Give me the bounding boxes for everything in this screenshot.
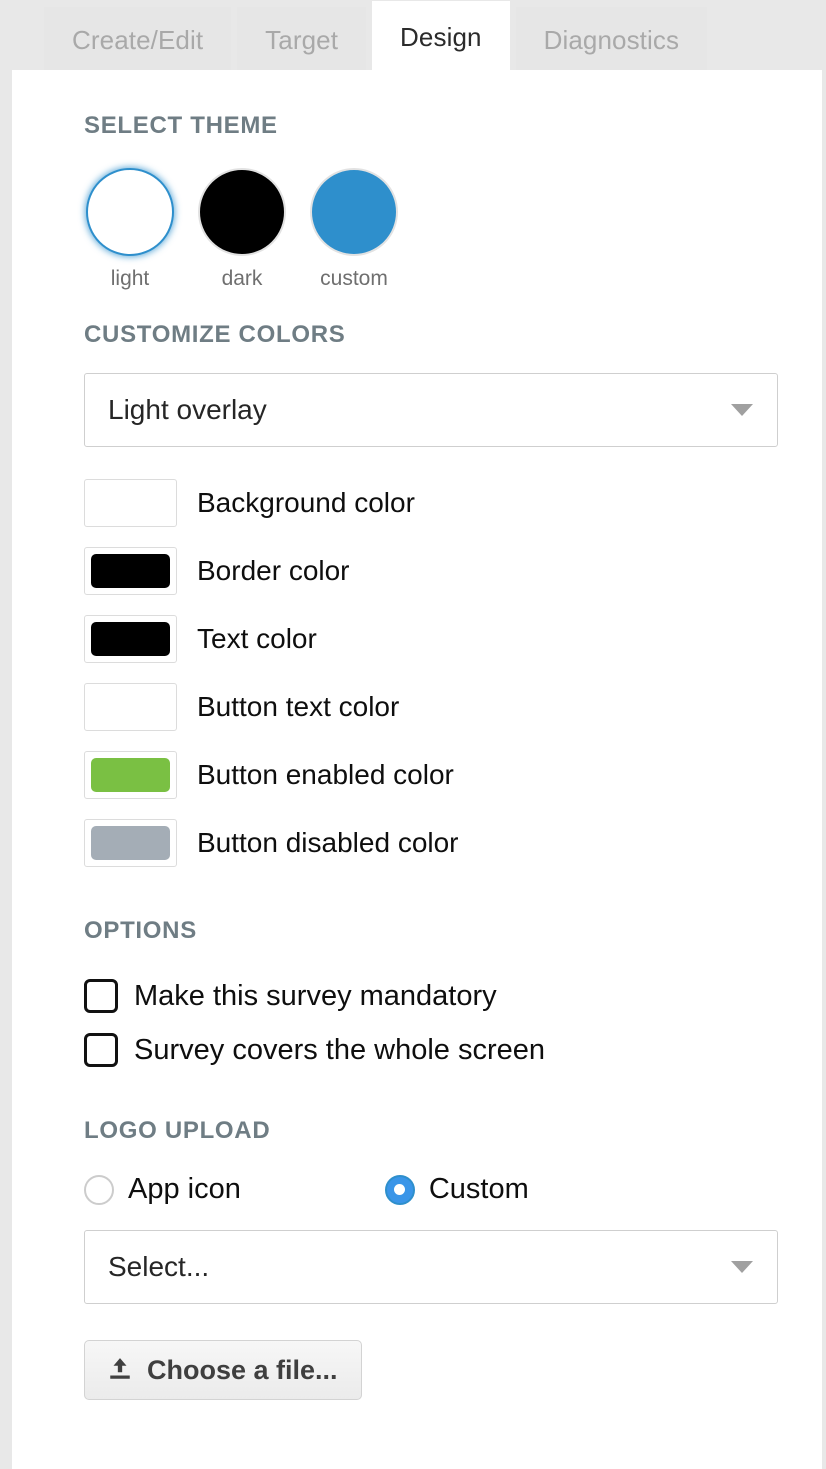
swatch-label-background-color: Background color bbox=[197, 487, 415, 518]
choose-file-button-label: Choose a file... bbox=[147, 1354, 338, 1385]
overlay-select-value: Light overlay bbox=[108, 394, 267, 425]
theme-picker: light dark custom bbox=[84, 168, 822, 291]
theme-option-dark[interactable]: dark bbox=[196, 168, 288, 291]
swatch-button-background-color[interactable] bbox=[84, 479, 177, 527]
options-heading: OPTIONS bbox=[84, 917, 197, 944]
radio-option-app-icon[interactable]: App icon bbox=[84, 1173, 241, 1206]
theme-label-dark: dark bbox=[221, 267, 263, 290]
swatch-label-text-color: Text color bbox=[197, 623, 317, 654]
radio-app-icon[interactable] bbox=[84, 1174, 114, 1205]
swatch-label-button-disabled-color: Button disabled color bbox=[197, 827, 459, 858]
radio-label-app-icon: App icon bbox=[128, 1173, 241, 1205]
swatch-label-border-color: Border color bbox=[197, 555, 350, 586]
swatch-button-button-disabled-color[interactable] bbox=[84, 819, 177, 867]
checkbox-label-survey-covers-whole-screen: Survey covers the whole screen bbox=[134, 1033, 546, 1066]
option-row-mandatory[interactable]: Make this survey mandatory bbox=[84, 969, 822, 1023]
radio-dot-custom bbox=[394, 1184, 406, 1195]
logo-source-radio-group: App icon Custom bbox=[84, 1173, 822, 1206]
logo-select[interactable]: Select... bbox=[84, 1230, 778, 1304]
theme-swatch-dark[interactable] bbox=[198, 168, 286, 256]
tab-diagnostics[interactable]: Diagnostics bbox=[515, 7, 708, 73]
swatch-row-background-color: Background color bbox=[84, 469, 822, 537]
radio-label-custom: Custom bbox=[428, 1173, 529, 1205]
logo-upload-heading: LOGO UPLOAD bbox=[84, 1117, 271, 1144]
checkbox-survey-covers-whole-screen[interactable] bbox=[84, 1033, 118, 1067]
logo-select-value: Select... bbox=[108, 1251, 210, 1282]
overlay-select[interactable]: Light overlay bbox=[84, 373, 778, 447]
checkbox-label-make-survey-mandatory: Make this survey mandatory bbox=[134, 979, 497, 1012]
swatch-fill-button-text-color bbox=[91, 690, 170, 724]
theme-option-custom[interactable]: custom bbox=[308, 168, 400, 291]
chevron-down-icon bbox=[731, 1261, 753, 1273]
choose-file-button[interactable]: Choose a file... bbox=[84, 1340, 362, 1400]
tab-create-edit[interactable]: Create/Edit bbox=[44, 7, 232, 73]
swatch-button-text-color[interactable] bbox=[84, 615, 177, 663]
design-panel: SELECT THEME light dark custom CUSTOMIZE… bbox=[12, 70, 822, 1469]
design-panel-content: SELECT THEME light dark custom CUSTOMIZE… bbox=[12, 70, 822, 1400]
customize-colors-heading: CUSTOMIZE COLORS bbox=[84, 321, 346, 348]
swatch-fill-button-enabled-color bbox=[91, 758, 170, 792]
swatch-label-button-enabled-color: Button enabled color bbox=[197, 759, 454, 790]
upload-icon bbox=[107, 1356, 133, 1385]
tab-design[interactable]: Design bbox=[372, 1, 510, 73]
color-swatch-list: Background color Border color Text color… bbox=[84, 469, 822, 877]
theme-swatch-custom[interactable] bbox=[310, 168, 398, 256]
select-theme-heading: SELECT THEME bbox=[84, 112, 278, 139]
swatch-row-text-color: Text color bbox=[84, 605, 822, 673]
swatch-row-border-color: Border color bbox=[84, 537, 822, 605]
swatch-row-button-disabled-color: Button disabled color bbox=[84, 809, 822, 877]
tab-bar: Create/Edit Target Design Diagnostics bbox=[0, 0, 826, 73]
chevron-down-icon bbox=[731, 404, 753, 416]
radio-custom[interactable] bbox=[384, 1174, 415, 1205]
tab-target[interactable]: Target bbox=[237, 7, 367, 73]
swatch-fill-border-color bbox=[91, 554, 170, 588]
swatch-fill-background-color bbox=[91, 486, 170, 520]
swatch-label-button-text-color: Button text color bbox=[197, 691, 400, 722]
tab-bar-left-spacer bbox=[0, 0, 44, 72]
theme-option-light[interactable]: light bbox=[84, 168, 176, 291]
swatch-button-border-color[interactable] bbox=[84, 547, 177, 595]
options-list: Make this survey mandatory Survey covers… bbox=[84, 969, 822, 1077]
swatch-fill-button-disabled-color bbox=[91, 826, 170, 860]
theme-swatch-light[interactable] bbox=[86, 168, 174, 256]
swatch-row-button-text-color: Button text color bbox=[84, 673, 822, 741]
theme-label-custom: custom bbox=[320, 267, 388, 290]
radio-option-custom[interactable]: Custom bbox=[384, 1173, 529, 1206]
swatch-row-button-enabled-color: Button enabled color bbox=[84, 741, 822, 809]
swatch-button-button-enabled-color[interactable] bbox=[84, 751, 177, 799]
theme-label-light: light bbox=[110, 267, 150, 290]
swatch-button-button-text-color[interactable] bbox=[84, 683, 177, 731]
checkbox-make-survey-mandatory[interactable] bbox=[84, 979, 118, 1013]
swatch-fill-text-color bbox=[91, 622, 170, 656]
option-row-whole-screen[interactable]: Survey covers the whole screen bbox=[84, 1023, 822, 1077]
